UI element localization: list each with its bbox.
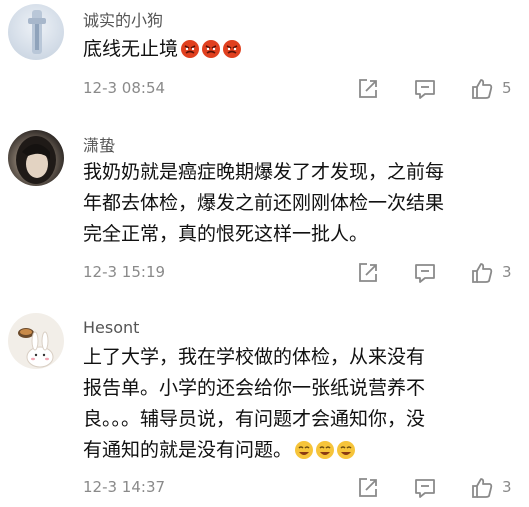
angry-face-icon	[180, 39, 200, 59]
avatar[interactable]	[8, 130, 64, 186]
laughing-face-icon	[294, 440, 314, 460]
comment-icon[interactable]	[412, 76, 438, 102]
comment-icon[interactable]	[412, 475, 438, 501]
thumbs-up-icon[interactable]	[469, 475, 495, 501]
comment-icon[interactable]	[412, 260, 438, 286]
laughing-face-icon	[336, 440, 356, 460]
share-icon[interactable]	[355, 475, 381, 501]
avatar[interactable]	[8, 4, 64, 60]
timestamp: 12-3 08:54	[83, 79, 166, 97]
username[interactable]: Hesont	[83, 318, 139, 337]
comment-meta: 12-3 08:54 5	[83, 76, 529, 102]
comment-text-line: 年都去体检，爆发之前还刚刚体检一次结果	[83, 192, 445, 214]
angry-face-icon	[222, 39, 242, 59]
comment-text-line: 良。。。辅导员说，有问题才会通知你，没	[83, 408, 426, 430]
timestamp: 12-3 14:37	[83, 478, 166, 496]
share-icon[interactable]	[355, 76, 381, 102]
comment-text-line: 上了大学，我在学校做的体检，从来没有	[83, 346, 426, 368]
like-count: 3	[502, 263, 512, 281]
like-count: 5	[502, 79, 512, 97]
share-icon[interactable]	[355, 260, 381, 286]
comment-text-line: 报告单。小学的还会给你一张纸说营养不	[83, 377, 426, 399]
comment-item: 诚实的小狗 底线无止境 12-3 08:54 5	[0, 0, 529, 118]
comment-text: 上了大学，我在学校做的体检，从来没有 报告单。小学的还会给你一张纸说营养不 良。…	[83, 342, 521, 466]
comment-item: 潇蛰 我奶奶就是癌症晚期爆发了才发现，之前每 年都去体检，爆发之前还刚刚体检一次…	[0, 118, 529, 299]
comment-text-line: 我奶奶就是癌症晚期爆发了才发现，之前每	[83, 161, 445, 183]
username[interactable]: 诚实的小狗	[83, 7, 163, 31]
laughing-face-icon	[315, 440, 335, 460]
timestamp: 12-3 15:19	[83, 263, 166, 281]
comment-text: 底线无止境	[83, 34, 521, 65]
comment-meta: 12-3 14:37 3	[83, 475, 529, 501]
comment-text-line: 有通知的就是没有问题。	[83, 435, 521, 466]
username[interactable]: 潇蛰	[83, 132, 115, 156]
angry-face-icon	[201, 39, 221, 59]
comment-item: Hesont 上了大学，我在学校做的体检，从来没有 报告单。小学的还会给你一张纸…	[0, 299, 529, 507]
comment-meta: 12-3 15:19 3	[83, 260, 529, 286]
thumbs-up-icon[interactable]	[469, 76, 495, 102]
avatar[interactable]	[8, 313, 64, 369]
thumbs-up-icon[interactable]	[469, 260, 495, 286]
comment-text-line: 完全正常，真的恨死这样一批人。	[83, 223, 369, 245]
like-count: 3	[502, 478, 512, 496]
comment-text: 我奶奶就是癌症晚期爆发了才发现，之前每 年都去体检，爆发之前还刚刚体检一次结果 …	[83, 157, 521, 250]
